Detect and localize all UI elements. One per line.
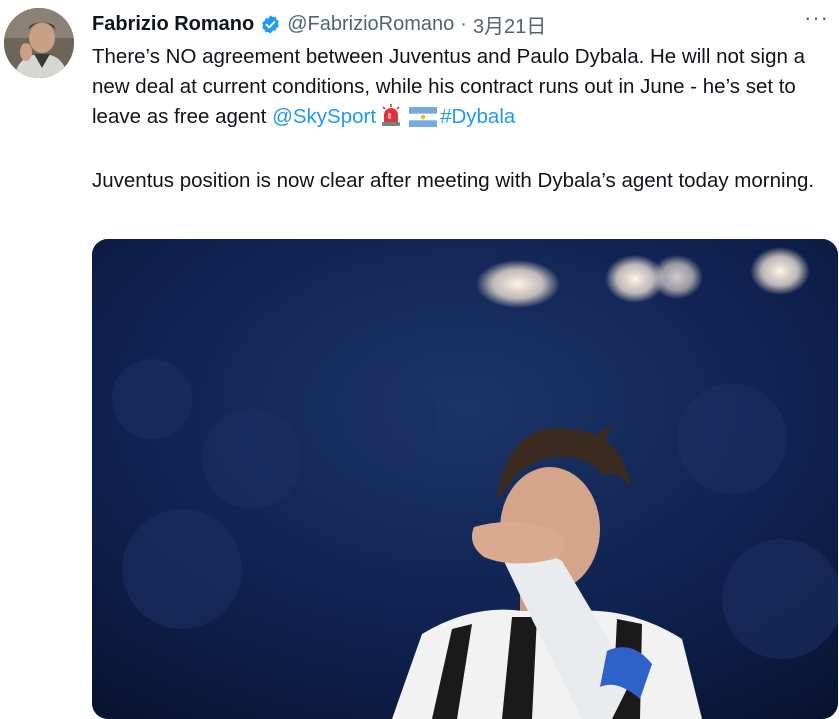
- author-avatar[interactable]: [4, 8, 74, 78]
- tweet-paragraph-2: Juventus position is now clear after mee…: [92, 169, 815, 192]
- tweet-date[interactable]: 3月21日: [473, 10, 546, 39]
- argentina-flag-icon: [409, 106, 438, 136]
- tweet-body: There’s NO agreement between Juventus an…: [92, 42, 832, 196]
- tweet-header: Fabrizio Romano @FabrizioRomano · 3月21日: [92, 10, 839, 38]
- tweet-photo[interactable]: [92, 239, 838, 719]
- hashtag-link[interactable]: #Dybala: [440, 105, 515, 128]
- tweet-paragraph-1: There’s NO agreement between Juventus an…: [92, 42, 832, 136]
- author-handle[interactable]: @FabrizioRomano: [287, 13, 454, 36]
- author-name[interactable]: Fabrizio Romano: [92, 13, 254, 36]
- siren-icon: [379, 103, 403, 136]
- verified-badge-icon: [260, 14, 281, 35]
- more-options-icon[interactable]: ···: [804, 7, 829, 29]
- mention-link[interactable]: @SkySport: [272, 105, 376, 128]
- header-separator: ·: [460, 12, 467, 35]
